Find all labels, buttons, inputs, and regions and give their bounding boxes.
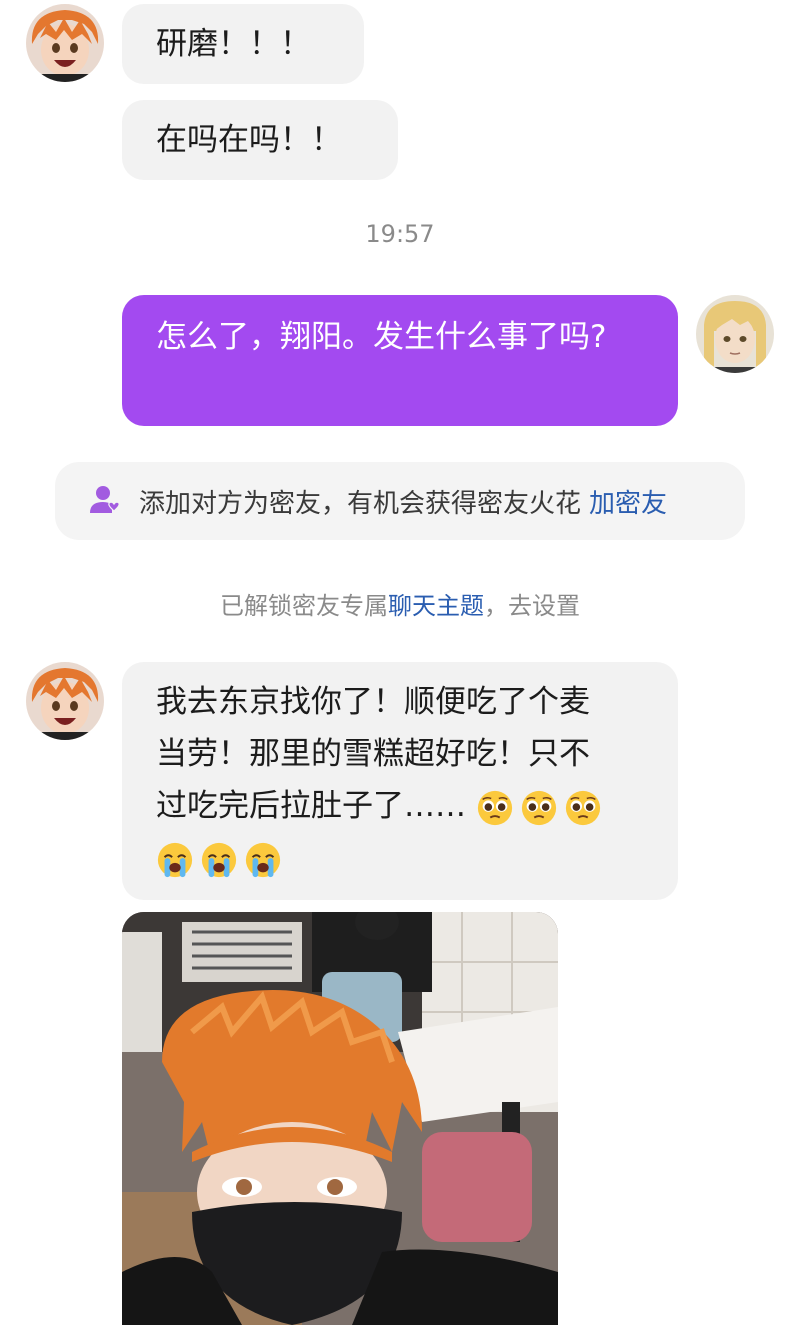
notice-text: 添加对方为密友，有机会获得密友火花: [139, 488, 582, 519]
message-text: 过吃完后拉肚子了……: [156, 788, 466, 824]
message-bubble[interactable]: 研磨！！！: [122, 4, 364, 84]
hinata-avatar[interactable]: [26, 662, 104, 740]
message-bubble-outgoing[interactable]: 怎么了，翔阳。发生什么事了吗?: [122, 295, 678, 426]
message-text: 在吗在吗！！: [156, 122, 342, 158]
photo-message[interactable]: [122, 912, 558, 1325]
hinata-avatar[interactable]: [26, 4, 104, 82]
message-line: 当劳！那里的雪糕超好吃！只不: [156, 736, 590, 772]
message-line-with-emoji: 过吃完后拉肚子了……: [156, 780, 644, 832]
add-friend-icon: [90, 486, 120, 513]
unlock-theme-notice: 已解锁密友专属聊天主题，去设置: [0, 586, 800, 621]
timestamp: 19:57: [365, 220, 435, 248]
pleading-face-icon: [521, 790, 556, 825]
add-close-friend-notice: 添加对方为密友，有机会获得密友火花 加密友: [55, 462, 745, 540]
message-line: 我去东京找你了！顺便吃了个麦: [156, 684, 590, 720]
message-text: 研磨！！！: [156, 26, 311, 62]
loudly-crying-face-icon: [201, 842, 237, 877]
message-text: 怎么了，翔阳。发生什么事了吗?: [156, 319, 607, 355]
message-bubble[interactable]: 我去东京找你了！顺便吃了个麦 当劳！那里的雪糕超好吃！只不 过吃完后拉肚子了……: [122, 662, 678, 900]
system-text-suffix[interactable]: ，去设置: [484, 592, 580, 620]
pleading-face-icon: [565, 790, 600, 825]
chat-theme-link[interactable]: 聊天主题: [388, 592, 484, 620]
message-bubble[interactable]: 在吗在吗！！: [122, 100, 398, 180]
loudly-crying-face-icon: [157, 842, 193, 877]
add-close-friend-link[interactable]: 加密友: [589, 483, 667, 520]
pleading-face-icon: [477, 790, 512, 825]
system-text-prefix: 已解锁密友专属: [220, 592, 388, 620]
emoji-line: [156, 832, 644, 884]
loudly-crying-face-icon: [245, 842, 281, 877]
kenma-avatar[interactable]: [696, 295, 774, 373]
